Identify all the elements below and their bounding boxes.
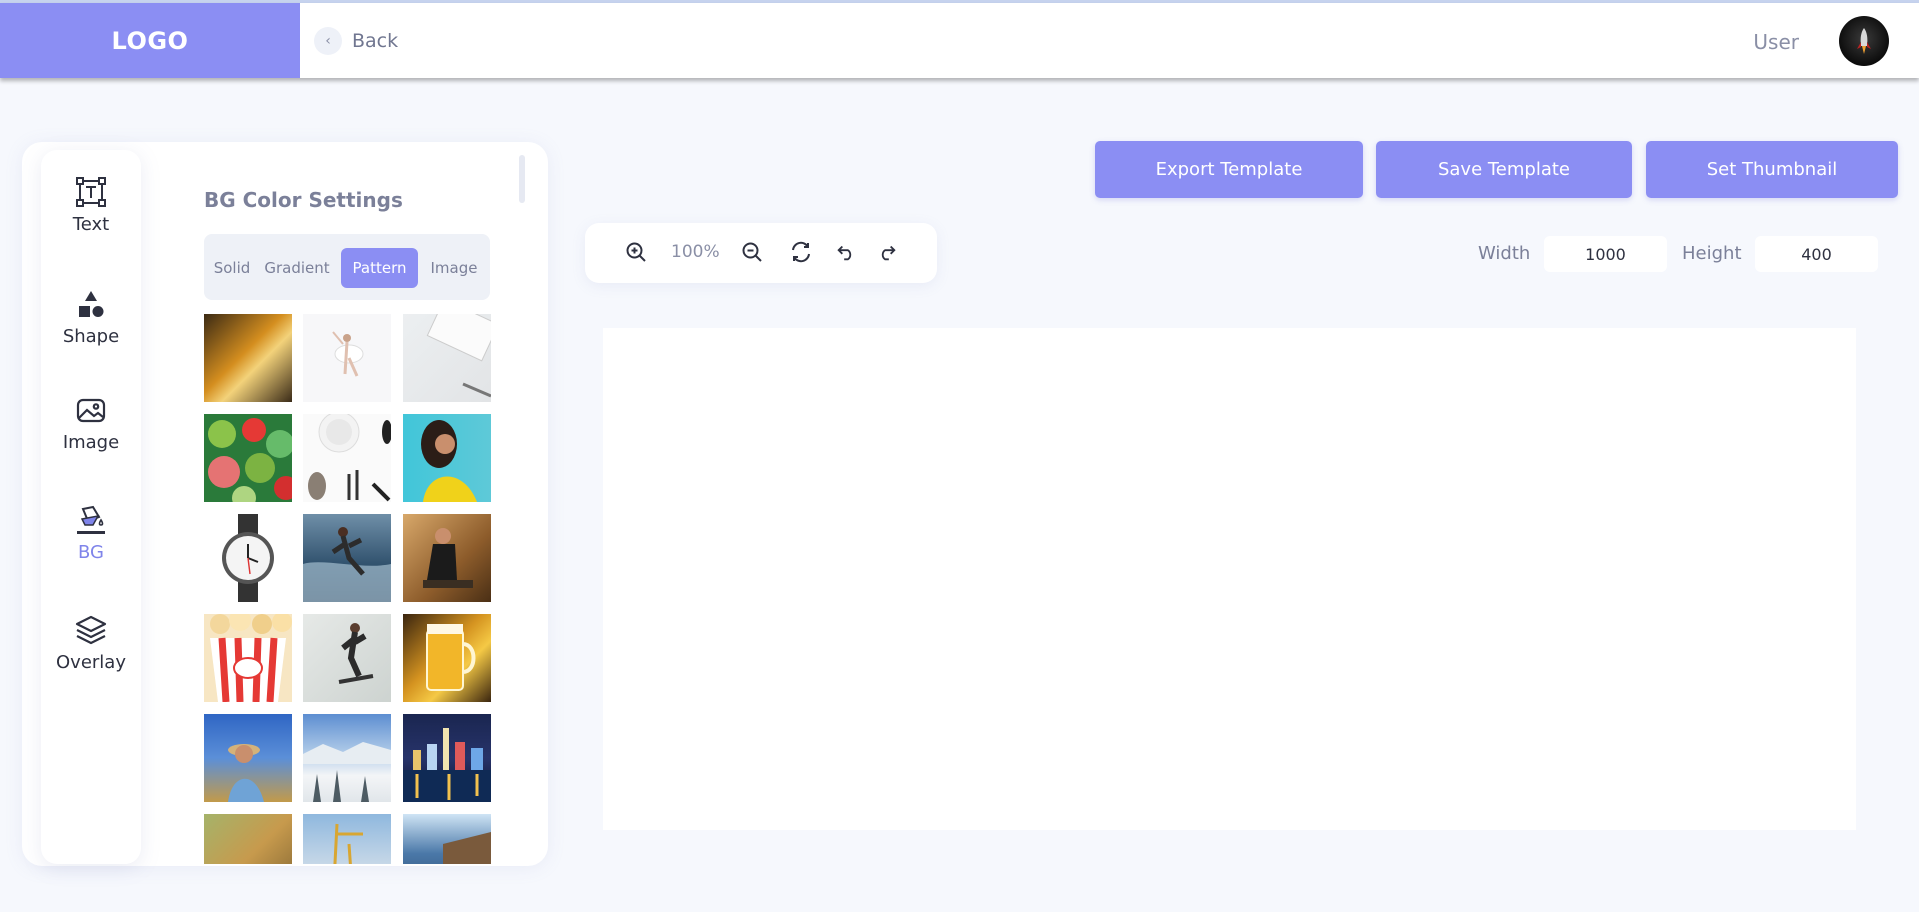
tool-label: Image <box>62 432 120 453</box>
tool-label: Shape <box>62 326 120 347</box>
reset-button[interactable] <box>786 237 816 267</box>
pattern-thumbnail[interactable] <box>204 609 292 703</box>
paint-bucket-icon <box>73 502 109 538</box>
pattern-thumbnail[interactable] <box>303 714 391 802</box>
zoom-out-button[interactable] <box>737 237 767 267</box>
back-button[interactable]: ‹ Back <box>314 25 398 57</box>
pattern-thumbnail[interactable] <box>204 414 298 510</box>
tool-bg[interactable]: BG <box>41 502 141 563</box>
undo-icon <box>837 245 852 261</box>
pattern-thumbnail[interactable] <box>303 411 392 502</box>
pattern-thumbnail[interactable] <box>303 614 391 702</box>
tab-image[interactable]: Image <box>425 248 483 288</box>
tool-overlay[interactable]: Overlay <box>41 612 141 673</box>
tool-label: Overlay <box>56 652 126 673</box>
logo[interactable]: LOGO <box>0 3 300 78</box>
panel-scrollbar[interactable] <box>519 155 525 203</box>
zoom-in-button[interactable] <box>621 237 651 267</box>
refresh-icon <box>792 241 810 263</box>
height-input[interactable] <box>1755 236 1878 272</box>
tool-rail: Text Shape Image BG Overlay <box>41 150 141 864</box>
height-label: Height <box>1682 243 1742 264</box>
bg-settings-panel: BG Color Settings Solid Gradient Pattern… <box>179 150 528 864</box>
chevron-left-icon: ‹ <box>314 27 342 55</box>
image-icon <box>73 392 109 428</box>
redo-icon <box>881 245 896 261</box>
pattern-thumbnail[interactable] <box>403 814 491 864</box>
save-template-button[interactable]: Save Template <box>1376 141 1632 198</box>
pattern-thumbnail[interactable] <box>303 314 391 402</box>
zoom-level: 100% <box>671 242 720 262</box>
tool-label: Text <box>72 214 110 235</box>
tool-label: BG <box>78 542 104 563</box>
zoom-in-icon <box>626 242 646 262</box>
canvas-toolbar: 100% <box>585 223 937 283</box>
logo-text: LOGO <box>111 26 189 55</box>
pattern-thumbnail[interactable] <box>303 814 391 864</box>
bg-type-tabs: Solid Gradient Pattern Image <box>204 234 490 300</box>
pattern-thumbnail[interactable] <box>204 314 292 402</box>
app-header: LOGO ‹ Back User <box>0 3 1919 78</box>
tool-text[interactable]: Text <box>41 174 141 235</box>
back-label: Back <box>352 30 399 52</box>
layers-icon <box>73 612 109 648</box>
text-frame-icon <box>73 174 109 210</box>
pattern-thumbnail[interactable] <box>303 514 391 602</box>
tab-solid[interactable]: Solid <box>212 248 252 288</box>
avatar[interactable] <box>1839 16 1889 66</box>
width-label: Width <box>1478 243 1531 264</box>
undo-button[interactable] <box>831 237 861 267</box>
tab-gradient[interactable]: Gradient <box>259 248 335 288</box>
panel-title: BG Color Settings <box>204 188 403 212</box>
tab-pattern[interactable]: Pattern <box>341 248 418 288</box>
tool-shape[interactable]: Shape <box>41 286 141 347</box>
redo-button[interactable] <box>872 237 902 267</box>
pattern-thumbnail[interactable] <box>403 514 491 602</box>
pattern-thumbnail[interactable] <box>403 414 491 502</box>
rocket-icon <box>1857 28 1871 54</box>
pattern-thumbnail[interactable] <box>204 814 292 864</box>
width-input[interactable] <box>1544 236 1667 272</box>
pattern-thumbnail[interactable] <box>204 714 292 802</box>
export-template-button[interactable]: Export Template <box>1095 141 1363 198</box>
shapes-icon <box>73 286 109 322</box>
pattern-thumbnail[interactable] <box>204 514 292 602</box>
pattern-thumbnail[interactable] <box>403 614 491 702</box>
user-name[interactable]: User <box>1753 30 1799 54</box>
tool-image[interactable]: Image <box>41 392 141 453</box>
zoom-out-icon <box>742 242 762 262</box>
design-canvas[interactable] <box>603 328 1856 830</box>
set-thumbnail-button[interactable]: Set Thumbnail <box>1646 141 1898 198</box>
pattern-thumbnail[interactable] <box>403 298 500 402</box>
pattern-thumbnail[interactable] <box>403 714 491 802</box>
